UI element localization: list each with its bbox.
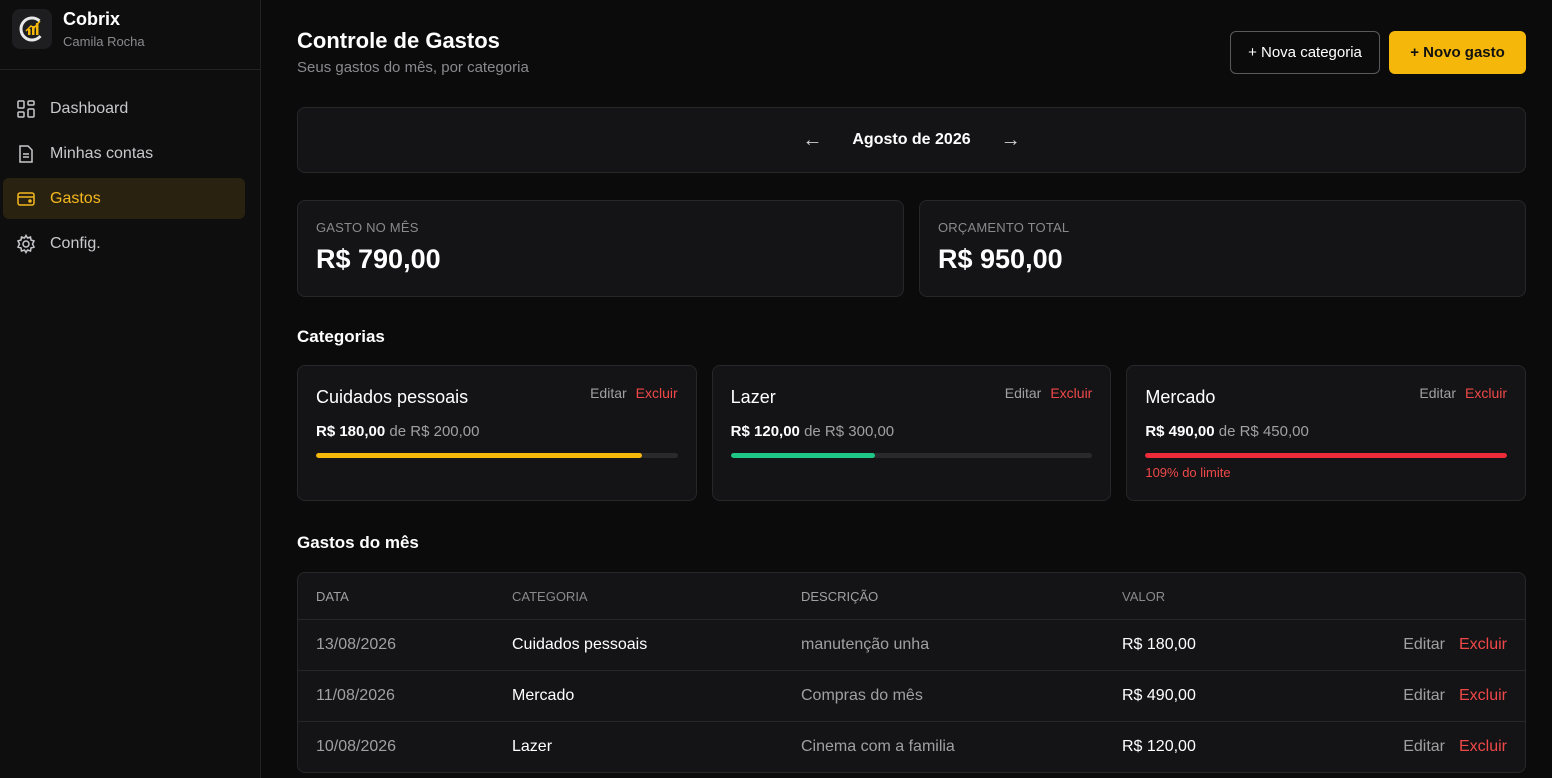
page-header: Controle de Gastos Seus gastos do mês, p…: [297, 0, 1526, 107]
categories-title: Categorias: [297, 327, 385, 346]
edit-category-link[interactable]: Editar: [1005, 385, 1042, 401]
row-category: Cuidados pessoais: [512, 636, 648, 653]
brand: Cobrix Camila Rocha: [0, 0, 260, 70]
sidebar-item-minhas-contas[interactable]: Minhas contas: [3, 133, 245, 174]
new-category-button[interactable]: + Nova categoria: [1230, 31, 1380, 74]
page-subtitle: Seus gastos do mês, por categoria: [297, 59, 529, 76]
sidebar-nav: Dashboard Minhas contas Gastos Config.: [0, 70, 260, 264]
expenses-title: Gastos do mês: [297, 533, 419, 552]
category-spent: R$ 490,00: [1145, 423, 1215, 440]
delete-expense-link[interactable]: Excluir: [1459, 687, 1507, 704]
next-month-arrow-icon[interactable]: →: [995, 129, 1027, 152]
stat-value: R$ 950,00: [938, 244, 1063, 274]
sidebar-item-dashboard[interactable]: Dashboard: [3, 88, 245, 129]
expenses-table: DATA CATEGORIA DESCRIÇÃO VALOR 13/08/202…: [297, 572, 1526, 773]
stat-label: GASTO NO MÊS: [316, 220, 419, 235]
category-budget: de R$ 450,00: [1218, 423, 1309, 440]
document-icon: [16, 144, 36, 164]
row-category: Lazer: [512, 738, 553, 755]
delete-expense-link[interactable]: Excluir: [1459, 636, 1507, 653]
stat-card-spent: GASTO NO MÊS R$ 790,00: [297, 200, 904, 297]
category-card: Cuidados pessoais Editar Excluir R$ 180,0…: [297, 365, 697, 501]
column-header: DESCRIÇÃO: [801, 588, 879, 604]
row-category: Mercado: [512, 687, 575, 704]
row-date: 13/08/2026: [316, 636, 397, 653]
row-description: Compras do mês: [801, 687, 923, 704]
grid-icon: [16, 99, 36, 119]
stat-label: ORÇAMENTO TOTAL: [938, 220, 1070, 235]
row-value: R$ 120,00: [1122, 738, 1196, 755]
month-label: Agosto de 2026: [852, 131, 971, 148]
categories-grid: Cuidados pessoais Editar Excluir R$ 180,0…: [297, 365, 1527, 501]
table-header: DATA CATEGORIA DESCRIÇÃO VALOR: [298, 573, 1525, 619]
table-row: 13/08/2026 Cuidados pessoais manutenção …: [298, 619, 1525, 670]
edit-category-link[interactable]: Editar: [1419, 385, 1456, 401]
delete-category-link[interactable]: Excluir: [1465, 385, 1507, 401]
category-spent: R$ 120,00: [730, 423, 800, 440]
category-card: Lazer Editar Excluir R$ 120,00 de R$ 300,…: [711, 365, 1112, 501]
column-header: DATA: [316, 588, 349, 604]
stats-row: GASTO NO MÊS R$ 790,00 ORÇAMENTO TOTAL R…: [297, 200, 1526, 297]
row-date: 11/08/2026: [316, 687, 395, 704]
table-row: 11/08/2026 Mercado Compras do mês R$ 490…: [298, 670, 1525, 721]
category-progress-fill: [730, 453, 876, 458]
category-spent: R$ 180,00: [316, 423, 386, 440]
edit-expense-link[interactable]: Editar: [1403, 738, 1445, 755]
cobrix-logo-icon: [12, 8, 52, 49]
row-description: manutenção unha: [801, 636, 930, 653]
sidebar-item-label: Minhas contas: [50, 144, 154, 162]
sidebar: Cobrix Camila Rocha Dashboard Minhas con…: [0, 0, 261, 778]
category-progress-fill: [316, 453, 642, 458]
category-progress-fill: [1145, 453, 1508, 458]
stat-card-budget: ORÇAMENTO TOTAL R$ 950,00: [919, 200, 1526, 297]
sidebar-item-label: Dashboard: [50, 99, 129, 117]
category-budget: de R$ 200,00: [389, 423, 480, 440]
sidebar-item-label: Config.: [50, 234, 101, 252]
page-title: Controle de Gastos: [297, 28, 500, 53]
category-budget: de R$ 300,00: [804, 423, 895, 440]
sidebar-item-label: Gastos: [50, 189, 101, 207]
delete-category-link[interactable]: Excluir: [636, 385, 678, 401]
category-progress-bar: [730, 453, 1093, 458]
sidebar-item-gastos[interactable]: Gastos: [3, 178, 245, 219]
month-selector: ← Agosto de 2026 →: [297, 107, 1526, 173]
gear-icon: [16, 233, 36, 254]
stat-value: R$ 790,00: [316, 244, 441, 274]
table-row: 10/08/2026 Lazer Cinema com a familia R$…: [298, 721, 1525, 772]
category-progress-bar: [1145, 453, 1508, 458]
row-value: R$ 490,00: [1122, 687, 1196, 704]
column-header: CATEGORIA: [512, 588, 588, 604]
delete-expense-link[interactable]: Excluir: [1459, 738, 1507, 755]
sidebar-item-config[interactable]: Config.: [3, 223, 245, 264]
edit-expense-link[interactable]: Editar: [1403, 687, 1445, 704]
prev-month-arrow-icon[interactable]: ←: [796, 129, 828, 152]
row-date: 10/08/2026: [316, 738, 397, 755]
row-description: Cinema com a familia: [801, 738, 955, 755]
category-progress-bar: [316, 453, 678, 458]
category-card: Mercado Editar Excluir R$ 490,00 de R$ 45…: [1126, 365, 1527, 501]
row-value: R$ 180,00: [1122, 636, 1196, 653]
column-header: VALOR: [1122, 588, 1166, 604]
main-content: Controle de Gastos Seus gastos do mês, p…: [297, 0, 1527, 773]
user-name: Camila Rocha: [63, 33, 145, 49]
delete-category-link[interactable]: Excluir: [1050, 385, 1092, 401]
wallet-icon: [16, 189, 36, 209]
edit-expense-link[interactable]: Editar: [1403, 636, 1445, 653]
edit-category-link[interactable]: Editar: [590, 385, 627, 401]
new-expense-button[interactable]: + Novo gasto: [1389, 31, 1526, 74]
over-limit-warning: 109% do limite: [1145, 465, 1231, 480]
app-name: Cobrix: [63, 8, 121, 29]
